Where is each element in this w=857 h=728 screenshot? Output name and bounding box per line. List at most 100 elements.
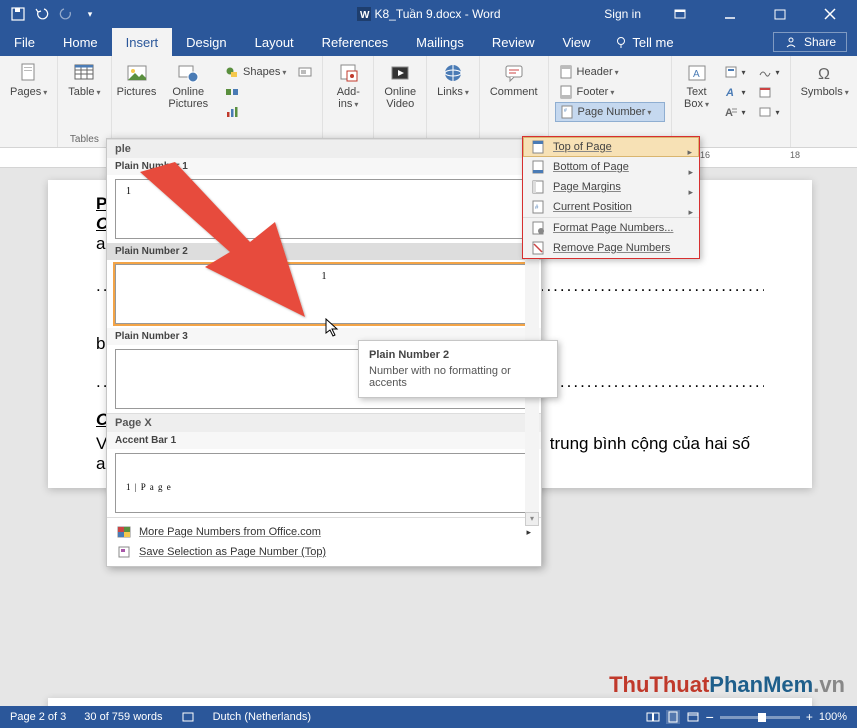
menu-format-page-numbers[interactable]: Format Page Numbers... — [523, 217, 699, 238]
web-layout-icon[interactable] — [686, 710, 700, 724]
online-pictures-button[interactable]: Online Pictures — [160, 60, 217, 112]
gallery-item-accent-bar-1[interactable]: 1 | P a g e — [115, 453, 533, 513]
menu-margins-label: Page Margins — [553, 181, 621, 193]
header-button[interactable]: Header — [555, 62, 665, 82]
sign-in-link[interactable]: Sign in — [592, 7, 653, 21]
tab-references[interactable]: References — [308, 28, 402, 56]
shapes-label: Shapes — [243, 66, 286, 78]
watermark: ThuThuatPhanMem.vn — [609, 672, 845, 698]
group-comments: Comment — [480, 56, 549, 147]
word-icon: W — [356, 7, 370, 21]
tab-file[interactable]: File — [0, 28, 49, 56]
menu-remove-page-numbers[interactable]: Remove Page Numbers — [523, 238, 699, 258]
tab-insert[interactable]: Insert — [112, 28, 173, 56]
lightbulb-icon — [614, 35, 628, 49]
status-words[interactable]: 30 of 759 words — [84, 711, 162, 723]
svg-text:A: A — [725, 87, 734, 99]
symbols-icon: Ω — [814, 62, 836, 84]
group-media: Online Video — [374, 56, 427, 147]
object-icon — [758, 105, 772, 119]
screenshot-icon — [298, 65, 312, 79]
text-box-button[interactable]: A Text Box — [678, 60, 716, 112]
pages-button[interactable]: Pages — [6, 60, 51, 100]
shapes-icon — [225, 65, 239, 79]
drop-cap-button[interactable]: A▾ — [720, 102, 750, 122]
tab-design[interactable]: Design — [172, 28, 240, 56]
print-layout-icon[interactable] — [666, 710, 680, 724]
close-icon[interactable] — [807, 0, 853, 28]
qat-customize-icon[interactable]: ▾ — [82, 6, 98, 22]
chart-icon — [225, 105, 239, 119]
svg-text:A: A — [693, 69, 700, 80]
menu-bottom-of-page[interactable]: Bottom of Page — [523, 157, 699, 177]
shapes-button[interactable]: Shapes — [221, 62, 290, 82]
page-2[interactable] — [48, 698, 812, 706]
pictures-label: Pictures — [117, 86, 157, 98]
maximize-icon[interactable] — [757, 0, 803, 28]
redo-icon[interactable] — [58, 6, 74, 22]
doc-trail: trung bình cộng của hai số — [550, 434, 750, 453]
ruler-mark-16: 16 — [700, 150, 710, 160]
tell-me-search[interactable]: Tell me — [604, 35, 673, 50]
menu-page-margins[interactable]: Page Margins — [523, 177, 699, 197]
tab-home[interactable]: Home — [49, 28, 112, 56]
tab-review[interactable]: Review — [478, 28, 549, 56]
page-number-button[interactable]: # Page Number — [555, 102, 665, 122]
online-pictures-label: Online Pictures — [164, 86, 213, 110]
menu-current-position[interactable]: # Current Position — [523, 197, 699, 217]
drop-cap-icon: A — [724, 105, 738, 119]
header-label: Header — [577, 66, 619, 78]
addins-button[interactable]: Add-ins — [329, 60, 367, 112]
table-button[interactable]: Table — [64, 60, 104, 100]
screenshot-button[interactable] — [294, 62, 316, 82]
date-time-button[interactable] — [754, 82, 784, 102]
ribbon-display-icon[interactable] — [657, 0, 703, 28]
save-icon[interactable] — [10, 6, 26, 22]
wordart-button[interactable]: A▾ — [720, 82, 750, 102]
spellcheck-icon[interactable] — [181, 710, 195, 724]
symbols-button[interactable]: Ω Symbols — [797, 60, 853, 100]
gallery-item-plain-number-2[interactable]: 1 — [115, 264, 533, 324]
gallery-item-plain-number-1[interactable]: 1 — [115, 179, 533, 239]
share-button[interactable]: Share — [773, 32, 847, 52]
online-video-button[interactable]: Online Video — [380, 60, 420, 112]
footer-button[interactable]: Footer — [555, 82, 665, 102]
gallery-label-accent1: Accent Bar 1 — [107, 432, 541, 449]
undo-icon[interactable] — [34, 6, 50, 22]
menu-top-of-page[interactable]: Top of Page — [523, 137, 699, 157]
tab-layout[interactable]: Layout — [241, 28, 308, 56]
gallery-save-selection[interactable]: Save Selection as Page Number (Top) — [107, 542, 541, 562]
links-icon — [442, 62, 464, 84]
object-button[interactable]: ▾ — [754, 102, 784, 122]
tab-mailings[interactable]: Mailings — [402, 28, 478, 56]
quick-parts-icon — [724, 65, 738, 79]
gallery-more-office[interactable]: More Page Numbers from Office.com ▸ — [107, 522, 541, 542]
pages-label: Pages — [10, 86, 47, 98]
quick-parts-button[interactable]: ▾ — [720, 62, 750, 82]
comment-button[interactable]: Comment — [486, 60, 542, 100]
watermark-part2: PhanMem — [709, 672, 813, 697]
status-language[interactable]: Dutch (Netherlands) — [213, 711, 311, 723]
pictures-button[interactable]: Pictures — [118, 60, 156, 100]
read-mode-icon[interactable] — [646, 710, 660, 724]
ribbon-tabs: File Home Insert Design Layout Reference… — [0, 28, 857, 56]
bottom-of-page-icon — [531, 160, 545, 174]
footer-icon — [559, 85, 573, 99]
group-pages: Pages — [0, 56, 58, 147]
footer-label: Footer — [577, 86, 615, 98]
minimize-icon[interactable] — [707, 0, 753, 28]
symbols-label: Symbols — [801, 86, 849, 98]
zoom-slider[interactable] — [720, 716, 800, 719]
zoom-in-icon[interactable]: + — [806, 710, 813, 724]
tab-view[interactable]: View — [548, 28, 604, 56]
date-icon — [758, 85, 772, 99]
signature-button[interactable]: ▾ — [754, 62, 784, 82]
chart-button[interactable] — [221, 102, 290, 122]
scroll-down-icon[interactable]: ▾ — [525, 512, 539, 526]
gallery-save-label: Save Selection as Page Number (Top) — [139, 546, 326, 558]
zoom-value[interactable]: 100% — [819, 711, 847, 723]
links-button[interactable]: Links — [433, 60, 473, 100]
zoom-out-icon[interactable]: − — [706, 709, 714, 725]
smartart-button[interactable] — [221, 82, 290, 102]
status-page[interactable]: Page 2 of 3 — [10, 711, 66, 723]
